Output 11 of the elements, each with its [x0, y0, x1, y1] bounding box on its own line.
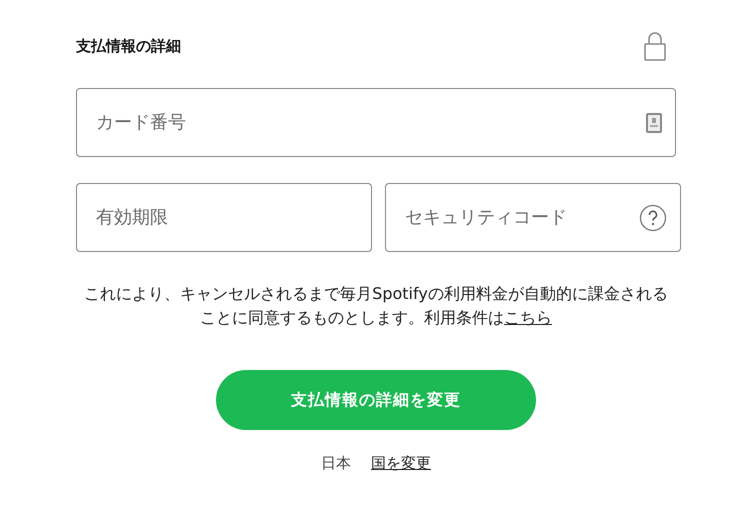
card-icon: [646, 112, 662, 132]
change-country-link[interactable]: 国を変更: [371, 454, 431, 473]
terms-notice: これにより、キャンセルされるまで毎月Spotifyの利用料金が自動的に課金されることに同意するものとします。利用条件はこちら: [83, 283, 669, 329]
help-icon[interactable]: [639, 204, 667, 232]
section-title: 支払情報の詳細: [76, 36, 181, 56]
input-field[interactable]: 有効期限: [76, 183, 372, 252]
country-label: 日本: [321, 454, 351, 473]
terms-link[interactable]: こちら: [504, 308, 552, 327]
lock-icon: [644, 31, 666, 61]
input-field[interactable]: セキュリティコード: [385, 183, 681, 252]
input-field[interactable]: カード番号: [76, 88, 676, 157]
